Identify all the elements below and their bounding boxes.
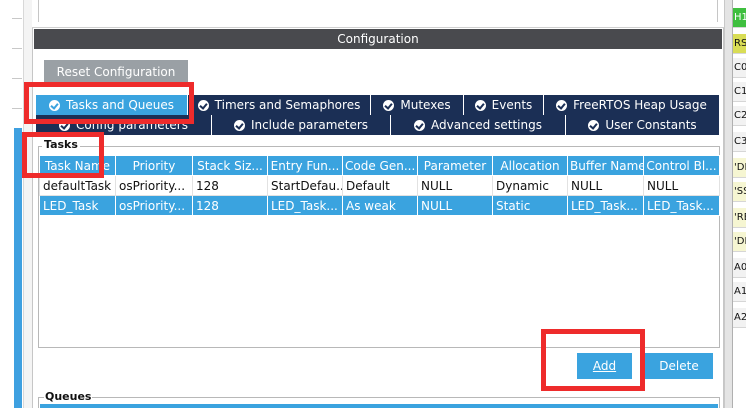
table-cell: defaultTask: [39, 175, 116, 196]
check-circle-icon: [414, 119, 426, 131]
table-cell: LED_Task...: [267, 195, 343, 216]
table-row[interactable]: defaultTask osPriority... 128 StartDefau…: [39, 175, 720, 196]
highlight-tasks-legend: [22, 132, 104, 178]
tab-label: Include parameters: [250, 118, 369, 132]
tab-freertos-heap-usage[interactable]: FreeRTOS Heap Usage: [544, 95, 720, 115]
check-circle-icon: [588, 119, 600, 131]
column-header-code-generation[interactable]: Code Gen...: [342, 155, 418, 176]
check-circle-icon: [383, 99, 395, 111]
pin-label[interactable]: 'DD: [733, 158, 746, 178]
highlight-add-button: [541, 329, 645, 391]
pin-label[interactable]: C1: [733, 82, 746, 102]
tasks-table: Task Name Priority Stack Siz... Entry Fu…: [39, 155, 720, 216]
pin-label[interactable]: A1: [733, 282, 746, 302]
pin-label[interactable]: H1: [733, 8, 746, 28]
tab-mutexes[interactable]: Mutexes: [371, 95, 464, 115]
column-header-control-block[interactable]: Control Bl...: [643, 155, 720, 176]
reset-configuration-button[interactable]: Reset Configuration: [44, 60, 188, 84]
pin-label[interactable]: A0: [733, 258, 746, 278]
tab-user-constants[interactable]: User Constants: [566, 115, 720, 135]
column-header-stack-size[interactable]: Stack Siz...: [192, 155, 268, 176]
pin-label[interactable]: C2: [733, 106, 746, 126]
tab-label: FreeRTOS Heap Usage: [573, 98, 707, 112]
tab-include-parameters[interactable]: Include parameters: [212, 115, 391, 135]
configuration-header: Configuration: [34, 29, 722, 49]
check-circle-icon: [556, 99, 568, 111]
left-scrollbar[interactable]: [14, 128, 22, 408]
tab-events[interactable]: Events: [464, 95, 544, 115]
table-cell: 128: [192, 175, 268, 196]
queues-group-legend: Queues: [44, 390, 93, 404]
check-circle-icon: [474, 99, 486, 111]
tab-timers-and-semaphores[interactable]: Timers and Semaphores: [188, 95, 371, 115]
table-cell: Dynamic: [492, 175, 568, 196]
table-cell: LED_Task...: [643, 195, 720, 216]
column-header-priority[interactable]: Priority: [115, 155, 193, 176]
check-circle-icon: [197, 99, 209, 111]
table-cell: NULL: [417, 195, 493, 216]
table-cell: StartDefau...: [267, 175, 343, 196]
column-header-allocation[interactable]: Allocation: [492, 155, 568, 176]
top-strip: [32, 0, 724, 28]
table-cell: 128: [192, 195, 268, 216]
right-scrollbar[interactable]: [724, 0, 732, 408]
table-cell: osPriority...: [115, 195, 193, 216]
pinout-panel: H1 RS C0 C1 C2 C3 'DD 'SS 'RE 'DD A0 A1 …: [732, 0, 746, 408]
table-header-row: Task Name Priority Stack Siz... Entry Fu…: [39, 155, 720, 176]
tab-label: Advanced settings: [431, 118, 542, 132]
pin-label[interactable]: 'DD: [733, 232, 746, 252]
table-cell: LED_Task...: [567, 195, 644, 216]
table-cell: NULL: [567, 175, 644, 196]
check-circle-icon: [233, 119, 245, 131]
tab-label: Mutexes: [400, 98, 451, 112]
table-cell: As weak: [342, 195, 418, 216]
pin-label[interactable]: C0: [733, 58, 746, 78]
pin-label[interactable]: C3: [733, 132, 746, 152]
tab-label: Events: [491, 98, 533, 112]
tab-label: Timers and Semaphores: [214, 98, 361, 112]
highlight-tasks-tab: [24, 82, 194, 124]
tab-advanced-settings[interactable]: Advanced settings: [391, 115, 566, 135]
column-header-parameter[interactable]: Parameter: [417, 155, 493, 176]
table-cell: NULL: [643, 175, 720, 196]
tab-label: User Constants: [605, 118, 697, 132]
table-cell: osPriority...: [115, 175, 193, 196]
queues-table-header: [40, 404, 718, 408]
pin-label[interactable]: 'RE: [733, 208, 746, 228]
table-cell: NULL: [417, 175, 493, 196]
pin-label[interactable]: 'SS: [733, 182, 746, 202]
delete-task-button[interactable]: Delete: [645, 353, 713, 379]
column-header-buffer-name[interactable]: Buffer Name: [567, 155, 644, 176]
pin-label[interactable]: RS: [733, 34, 746, 54]
pin-label[interactable]: A2: [733, 308, 746, 328]
table-cell: Default: [342, 175, 418, 196]
table-cell: LED_Task: [39, 195, 116, 216]
table-row-selected[interactable]: LED_Task osPriority... 128 LED_Task... A…: [39, 195, 720, 216]
column-header-entry-function[interactable]: Entry Fun...: [267, 155, 343, 176]
table-cell: Static: [492, 195, 568, 216]
